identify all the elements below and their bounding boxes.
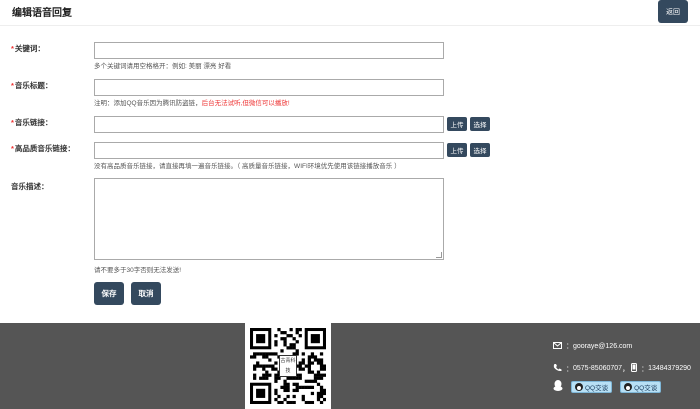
music-title-hint: 注明：添加QQ音乐因为腾讯防盗链，后台无法试听,但微信可以播放!	[94, 100, 290, 107]
envelope-icon	[553, 341, 562, 351]
qr-code: 古青科技	[245, 323, 331, 409]
required-mark: *	[11, 118, 14, 127]
required-mark: *	[11, 44, 14, 53]
email-text[interactable]: gooraye@126.com	[573, 343, 632, 350]
keyword-label: *关键词：	[11, 44, 45, 53]
mobile-icon	[631, 363, 638, 374]
mobile-text: 13484379290	[648, 365, 691, 372]
mobile-separator: ：	[641, 365, 649, 373]
qq-chat-button-1[interactable]: QQ交谈	[571, 380, 613, 393]
hq-music-link-upload-button[interactable]: 上传	[447, 143, 467, 157]
music-title-input[interactable]	[94, 79, 444, 96]
page-header: 编辑语音回复 返回	[0, 0, 700, 26]
save-button[interactable]: 保存	[94, 282, 124, 305]
keyword-input[interactable]	[94, 42, 444, 59]
hq-music-link-select-button[interactable]: 选择	[470, 143, 490, 157]
required-mark: *	[11, 81, 14, 90]
phone-comma: ，	[622, 365, 630, 373]
qq-chat-button-2[interactable]: QQ交谈	[620, 380, 662, 393]
hq-music-link-label: *高品质音乐链接：	[11, 144, 75, 153]
hq-music-link-input[interactable]	[94, 142, 444, 159]
qq-icon	[575, 382, 583, 391]
footer: 古青科技 ： gooraye@126.com ： 0575-85060707 ，…	[0, 323, 700, 409]
phone-text: 0575-85060707	[573, 365, 623, 372]
cancel-button[interactable]: 取消	[131, 282, 161, 305]
page-title: 编辑语音回复	[12, 8, 72, 19]
phone-line: ： 0575-85060707 ， ： 13484379290	[553, 363, 691, 374]
email-separator: ：	[566, 343, 573, 350]
keyword-hint: 多个关键词请用空格格开：例如: 美丽 漂亮 好看	[94, 63, 232, 70]
description-textarea[interactable]	[94, 178, 444, 260]
qq-penguin-icon	[553, 380, 563, 393]
description-label: 音乐描述：	[11, 182, 49, 191]
music-link-label: *音乐链接：	[11, 118, 53, 127]
phone-icon	[553, 363, 562, 374]
required-mark: *	[11, 144, 14, 153]
music-link-select-button[interactable]: 选择	[470, 117, 490, 131]
qq-line: QQ交谈 QQ交谈	[553, 380, 662, 393]
music-title-warning: 后台无法试听,但微信可以播放!	[201, 100, 290, 107]
description-hint: 请不要多于30字否则无法发送!	[94, 267, 182, 274]
qr-logo-text: 古青科技	[279, 355, 297, 377]
music-title-label: *音乐标题：	[11, 81, 53, 90]
back-button[interactable]: 返回	[658, 0, 688, 23]
hq-music-link-hint: 没有高品质音乐链接，请直接再填一遍音乐链接。（ 高质量音乐链接，WIFI环境优先…	[94, 163, 401, 170]
music-link-input[interactable]	[94, 116, 444, 133]
email-line: ： gooraye@126.com	[553, 341, 632, 351]
music-link-upload-button[interactable]: 上传	[447, 117, 467, 131]
phone-separator: ：	[566, 365, 573, 373]
qq-icon	[624, 382, 633, 391]
